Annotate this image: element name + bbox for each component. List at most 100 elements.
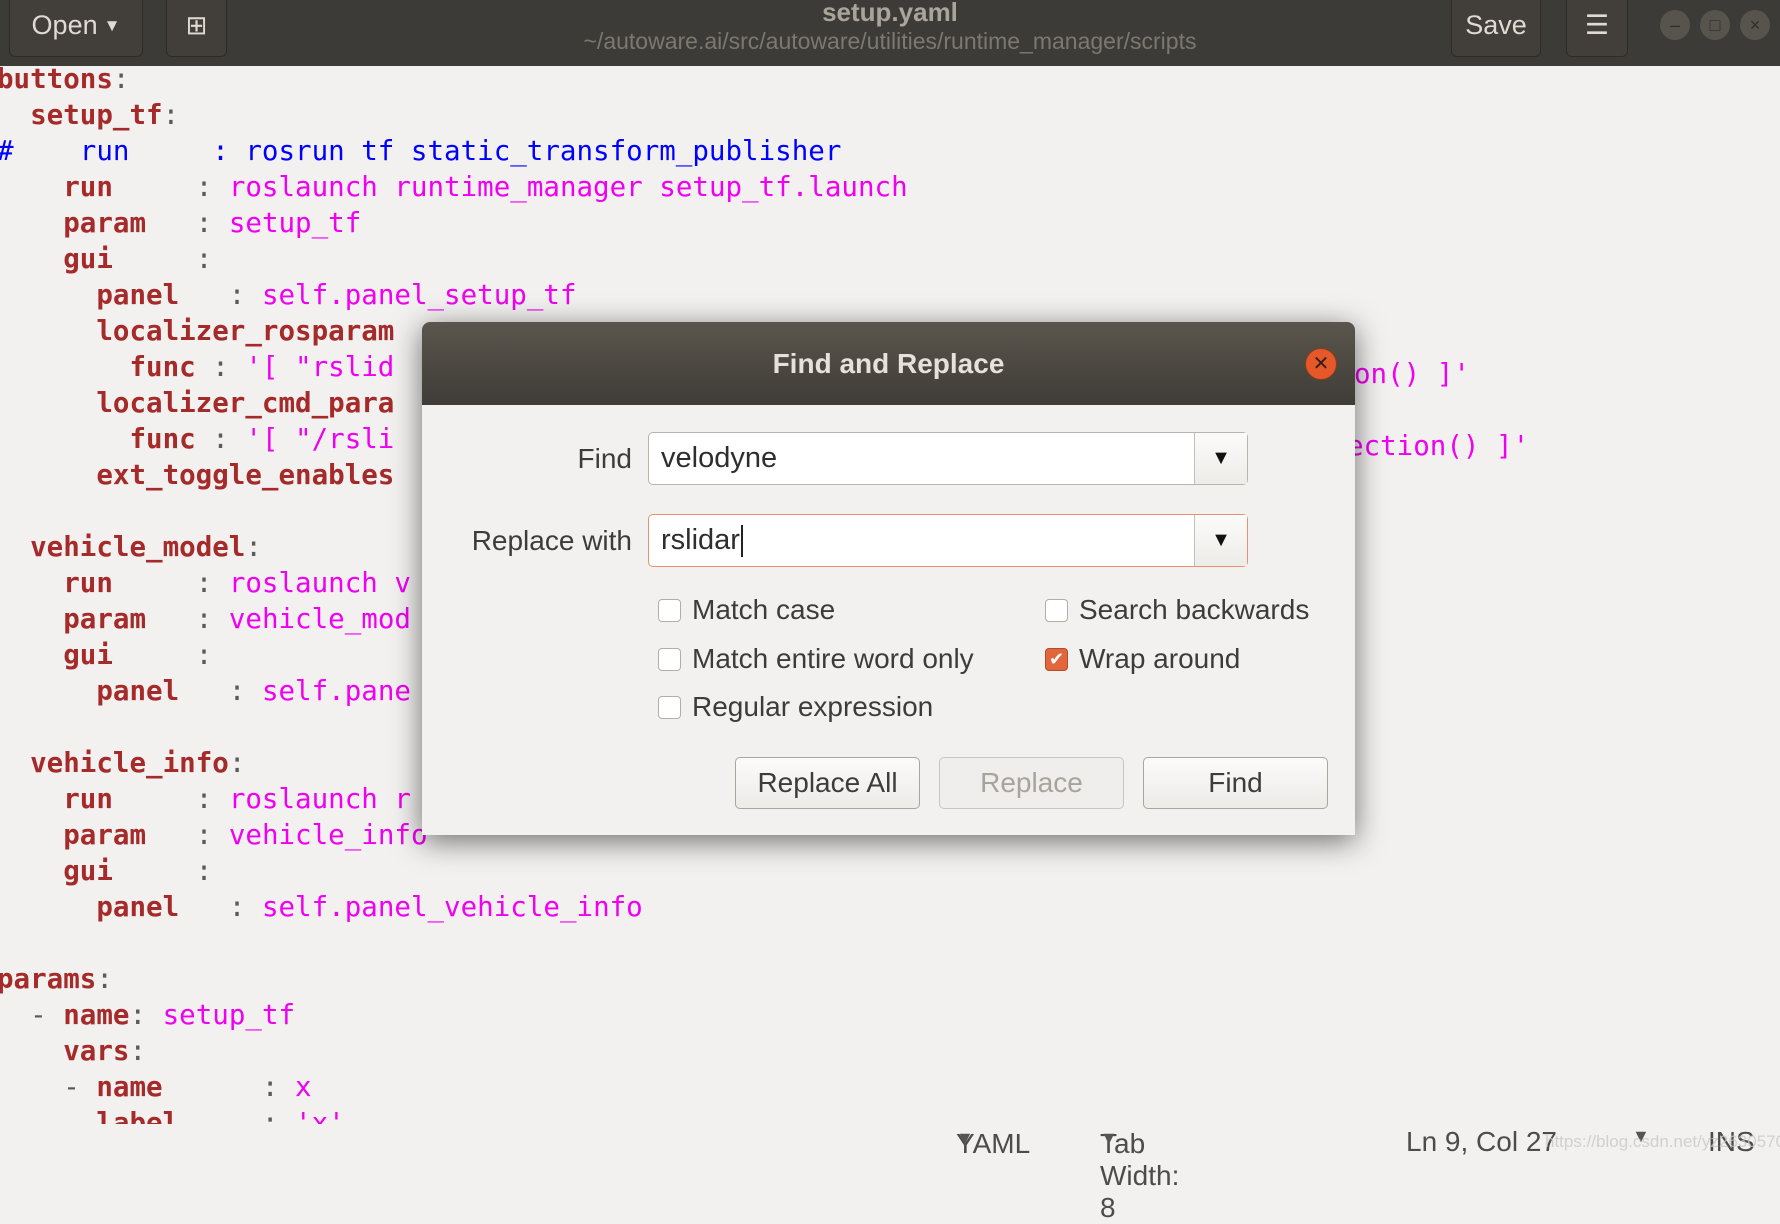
- code-fragment: ection() ]': [1347, 430, 1530, 462]
- code-sep: :: [129, 999, 163, 1031]
- code-key: param: [63, 603, 147, 635]
- code-line: vars:: [0, 1033, 1780, 1069]
- code-key: ext_toggle_enables: [96, 459, 395, 491]
- code-sep: :: [245, 531, 262, 563]
- code-sep: :: [179, 279, 262, 311]
- code-line: gui :: [0, 241, 1780, 277]
- search-backwards-checkbox[interactable]: Search backwards: [1045, 594, 1309, 626]
- replace-label: Replace with: [471, 525, 632, 556]
- replace-all-button[interactable]: Replace All: [735, 757, 920, 809]
- code-sep: :: [146, 819, 229, 851]
- code-val: vehicle_info: [228, 819, 428, 851]
- code-key: localizer_rosparam: [96, 315, 395, 347]
- code-key: run: [63, 567, 113, 599]
- checkbox-icon: [658, 598, 681, 622]
- save-button[interactable]: Save: [1451, 0, 1541, 57]
- maximize-button[interactable]: □: [1700, 10, 1730, 40]
- match-case-checkbox[interactable]: Match case: [658, 594, 835, 626]
- code-key: func: [129, 351, 196, 383]
- code-key: name: [96, 1071, 163, 1103]
- code-key: name: [63, 999, 130, 1031]
- code-sep: :: [228, 747, 246, 779]
- code-val: roslaunch v: [228, 567, 411, 599]
- code-val: 'x': [295, 1107, 345, 1124]
- cursor-position[interactable]: Ln 9, Col 27: [1406, 1126, 1557, 1158]
- chevron-down-icon: ▼: [1211, 529, 1231, 551]
- code-key: localizer_cmd_para: [96, 387, 395, 419]
- option-label: Search backwards: [1079, 594, 1310, 625]
- code-line: param : setup_tf: [0, 205, 1780, 241]
- code-sep: :: [162, 99, 180, 131]
- replace-history-dropdown[interactable]: ▼: [1194, 515, 1247, 566]
- code-sep: :: [179, 891, 262, 923]
- code-key: func: [129, 423, 196, 455]
- code-key: panel: [96, 675, 180, 707]
- code-fragment: on() ]': [1354, 358, 1470, 390]
- code-val: '[ "rslid: [245, 351, 395, 383]
- option-label: Wrap around: [1079, 643, 1241, 674]
- checkbox-icon: [658, 647, 681, 671]
- code-val: roslaunch runtime_manager setup_tf.launc…: [228, 171, 908, 203]
- minimize-button[interactable]: –: [1660, 10, 1690, 40]
- code-line: buttons:: [0, 66, 1780, 97]
- code-dash: -: [63, 1071, 97, 1103]
- code-key: panel: [96, 891, 180, 923]
- code-val: x: [295, 1071, 312, 1103]
- code-val: setup_tf: [228, 207, 362, 239]
- code-sep: :: [146, 207, 229, 239]
- wrap-around-checkbox[interactable]: ✔ Wrap around: [1045, 643, 1240, 675]
- option-label: Regular expression: [692, 691, 934, 722]
- close-icon: ×: [1749, 14, 1761, 35]
- find-input[interactable]: velodyne ▼: [648, 432, 1248, 485]
- code-line: run : roslaunch runtime_manager setup_tf…: [0, 169, 1780, 205]
- code-line: setup_tf:: [0, 97, 1780, 133]
- code-val: self.pane: [261, 675, 411, 707]
- code-sep: :: [112, 855, 213, 887]
- code-comment: # run : rosrun tf static_transform_publi…: [0, 135, 842, 167]
- code-val: self.panel_setup_tf: [261, 279, 577, 311]
- code-line: params:: [0, 961, 1780, 997]
- replace-input[interactable]: rslidar ▼: [648, 514, 1248, 567]
- code-sep: :: [146, 603, 229, 635]
- header-bar: Open ▼ ⊞ setup.yaml ~/autoware.ai/src/aut…: [0, 0, 1780, 66]
- code-dash: -: [30, 999, 64, 1031]
- find-button[interactable]: Find: [1143, 757, 1328, 809]
- checkbox-icon: [1045, 598, 1068, 622]
- code-sep: :: [179, 675, 262, 707]
- code-sep: :: [162, 1071, 296, 1103]
- replace-button[interactable]: Replace: [939, 757, 1124, 809]
- dialog-close-button[interactable]: ✕: [1305, 348, 1337, 380]
- checkbox-icon: [658, 695, 681, 719]
- code-sep: :: [112, 243, 213, 275]
- minimize-icon: –: [1669, 14, 1680, 35]
- code-val: vehicle_mod: [228, 603, 411, 635]
- regular-expression-checkbox[interactable]: Regular expression: [658, 691, 933, 723]
- menu-button[interactable]: ☰: [1566, 0, 1628, 57]
- code-key: run: [63, 171, 113, 203]
- match-entire-word-checkbox[interactable]: Match entire word only: [658, 643, 974, 675]
- find-history-dropdown[interactable]: ▼: [1194, 433, 1247, 484]
- close-window-button[interactable]: ×: [1740, 10, 1770, 40]
- code-sep: :: [96, 963, 113, 995]
- code-sep: :: [129, 1035, 147, 1067]
- text-cursor: [740, 525, 743, 558]
- code-key: gui: [63, 243, 113, 275]
